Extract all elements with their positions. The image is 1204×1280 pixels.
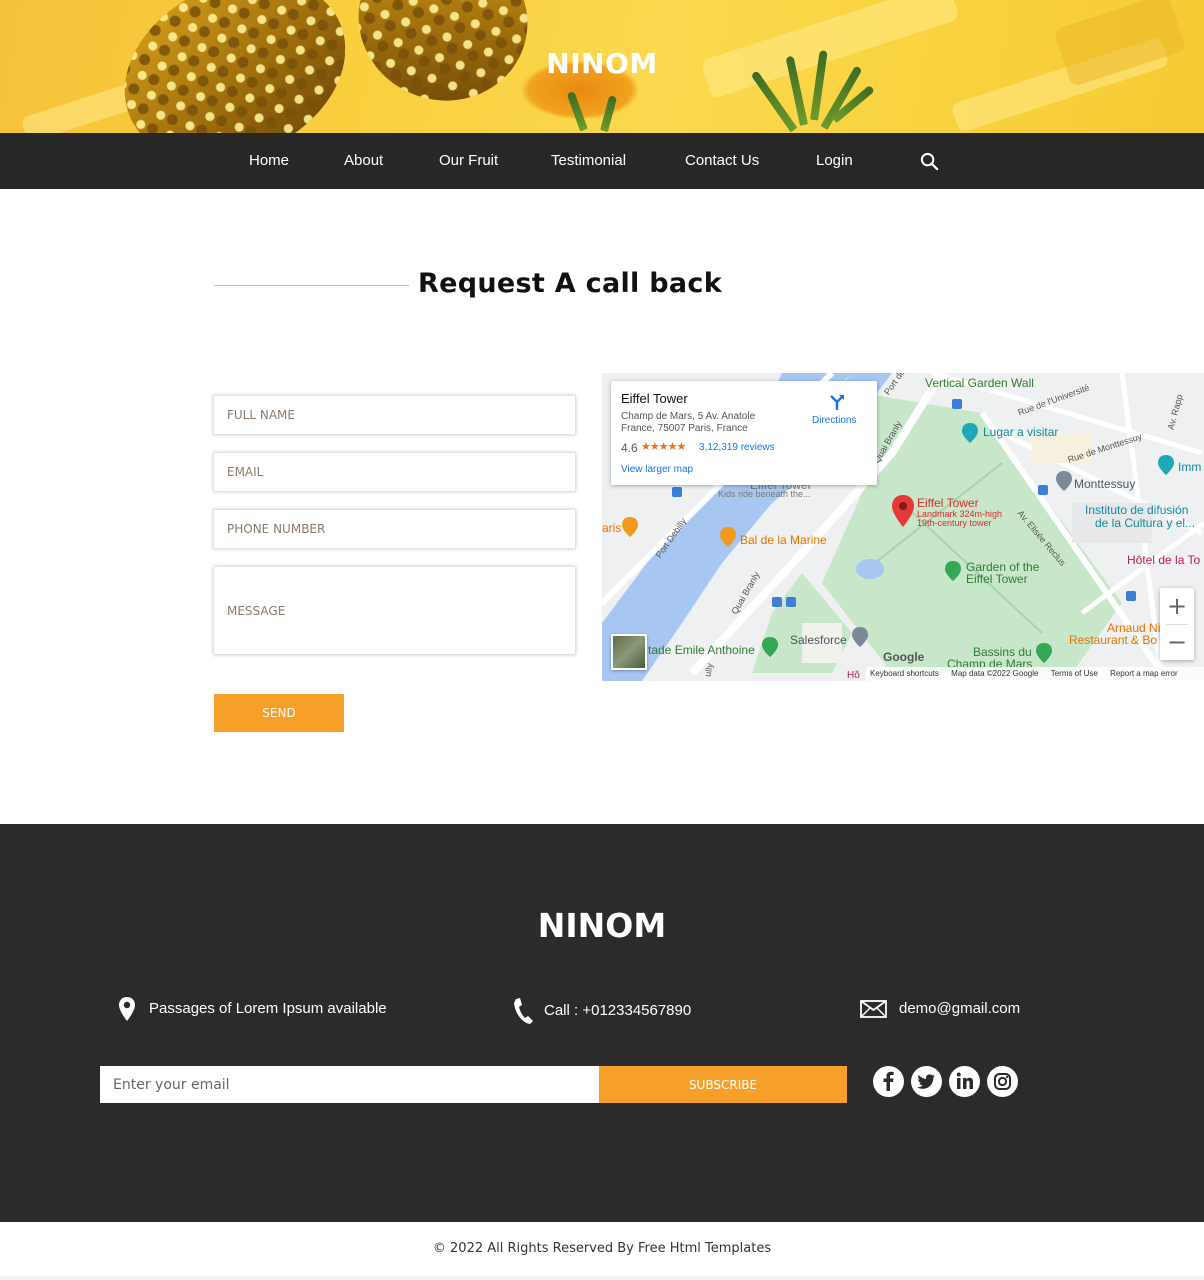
facebook-glyph (883, 1071, 894, 1091)
footer-brand-logo[interactable]: NINOM (0, 906, 1204, 945)
instagram-icon[interactable] (987, 1066, 1018, 1097)
message-field[interactable] (213, 566, 576, 655)
nav-testimonial[interactable]: Testimonial (551, 133, 626, 189)
attraction-pin-icon[interactable] (1158, 455, 1174, 475)
twitter-icon[interactable] (911, 1066, 942, 1097)
envelope-icon (860, 1000, 887, 1018)
view-larger-map-link[interactable]: View larger map (621, 464, 693, 475)
map-label: Monttessuy (1074, 477, 1136, 491)
hero-brand-logo[interactable]: NINOM (0, 47, 1204, 80)
map-data-text: Map data ©2022 Google (951, 669, 1039, 678)
linkedin-icon[interactable] (949, 1066, 980, 1097)
nav-login[interactable]: Login (816, 133, 853, 189)
newsletter-email-input[interactable] (100, 1066, 599, 1103)
park-pin-icon[interactable] (1036, 643, 1052, 663)
copyright-text: © 2022 All Rights Reserved By Free Html … (0, 1222, 1204, 1276)
directions-link[interactable]: Directions (812, 415, 856, 426)
business-pin-icon[interactable] (1056, 471, 1072, 491)
map-label: Vertical Garden Wall (925, 376, 1034, 390)
phone-icon (514, 998, 533, 1024)
subscribe-button[interactable]: SUBSCRIBE (599, 1066, 847, 1103)
keyboard-shortcuts-link[interactable]: Keyboard shortcuts (870, 669, 939, 678)
nav-contact-us[interactable]: Contact Us (685, 133, 759, 189)
main-navbar: Home About Our Fruit Testimonial Contact… (0, 133, 1204, 189)
map-label: Bal de la Marine (740, 533, 827, 547)
linkedin-glyph (956, 1072, 973, 1089)
location-text: Passages of Lorem Ipsum available (149, 1000, 387, 1017)
place-address-line2: France, 75007 Paris, France (621, 423, 748, 434)
facebook-icon[interactable] (873, 1066, 904, 1097)
search-icon[interactable] (920, 152, 939, 171)
map-label: Hô (847, 670, 860, 681)
instagram-glyph (994, 1073, 1011, 1090)
bottom-rule (0, 1276, 1204, 1280)
section-title: Request A call back (418, 268, 722, 299)
map-label: 19th-century tower (917, 518, 992, 528)
title-divider (214, 285, 409, 286)
map-label: Hôtel de la To (1127, 553, 1201, 567)
map-attribution-bar: Keyboard shortcuts Map data ©2022 Google… (866, 667, 1204, 681)
transit-icon (1038, 485, 1048, 495)
restaurant-pin-icon[interactable] (720, 527, 736, 547)
transit-icon (672, 487, 682, 497)
business-pin-icon[interactable] (852, 627, 868, 647)
park-pin-icon[interactable] (945, 561, 961, 581)
map-label: Lugar a visitar (983, 425, 1059, 439)
place-name: Eiffel Tower (621, 391, 688, 406)
satellite-toggle[interactable] (611, 634, 647, 670)
google-map[interactable]: Vertical Garden Wall Rue de l'Université… (602, 373, 1204, 681)
location-pin-icon (119, 997, 135, 1021)
phone-number-field[interactable] (213, 509, 576, 549)
site-footer: NINOM Passages of Lorem Ipsum available … (0, 824, 1204, 1222)
transit-icon (952, 399, 962, 409)
place-address-line1: Champ de Mars, 5 Av. Anatole (621, 411, 756, 422)
call-text: Call : +012334567890 (544, 1002, 692, 1019)
terms-link[interactable]: Terms of Use (1051, 669, 1098, 678)
zoom-out-button[interactable]: − (1160, 624, 1194, 660)
twitter-glyph (917, 1074, 935, 1089)
map-label: Imm (1178, 460, 1202, 474)
map-label: Kids ride beneath the... (718, 489, 811, 499)
map-label: tade Emile Anthoine (648, 643, 755, 657)
place-info-card: Eiffel Tower Champ de Mars, 5 Av. Anatol… (611, 381, 877, 485)
rating-stars-icon: ★★★★★ (641, 440, 686, 453)
email-text: demo@gmail.com (899, 1000, 1021, 1017)
zoom-in-button[interactable]: + (1160, 588, 1194, 624)
transit-icon (786, 597, 796, 607)
transit-icon (1126, 591, 1136, 601)
email-field[interactable] (213, 452, 576, 492)
send-button[interactable]: SEND (214, 694, 344, 732)
nav-our-fruit[interactable]: Our Fruit (439, 133, 498, 189)
restaurant-pin-icon[interactable] (622, 517, 638, 537)
eiffel-tower-pin-icon[interactable] (892, 495, 914, 527)
hero-banner: NINOM (0, 0, 1204, 133)
attraction-pin-icon[interactable] (962, 423, 978, 443)
transit-icon (772, 597, 782, 607)
full-name-field[interactable] (213, 395, 576, 435)
directions-icon[interactable] (828, 393, 846, 411)
nav-about[interactable]: About (344, 133, 383, 189)
map-label: Eiffel Tower (917, 496, 979, 510)
map-label: de la Cultura y el... (1095, 516, 1196, 530)
report-error-link[interactable]: Report a map error (1110, 669, 1178, 678)
park-pin-icon[interactable] (762, 637, 778, 657)
map-label: aris (602, 521, 622, 535)
google-logo: Google (883, 650, 925, 664)
map-label: Salesforce (790, 633, 847, 647)
reviews-link[interactable]: 3,12,319 reviews (699, 442, 775, 453)
map-label: Instituto de difusión (1085, 503, 1189, 517)
map-label: Eiffel Tower (966, 572, 1028, 586)
place-rating: 4.6 (621, 441, 638, 455)
map-label: Restaurant & Bo (1069, 633, 1158, 647)
nav-home[interactable]: Home (249, 133, 289, 189)
zoom-controls: + − (1160, 588, 1194, 660)
